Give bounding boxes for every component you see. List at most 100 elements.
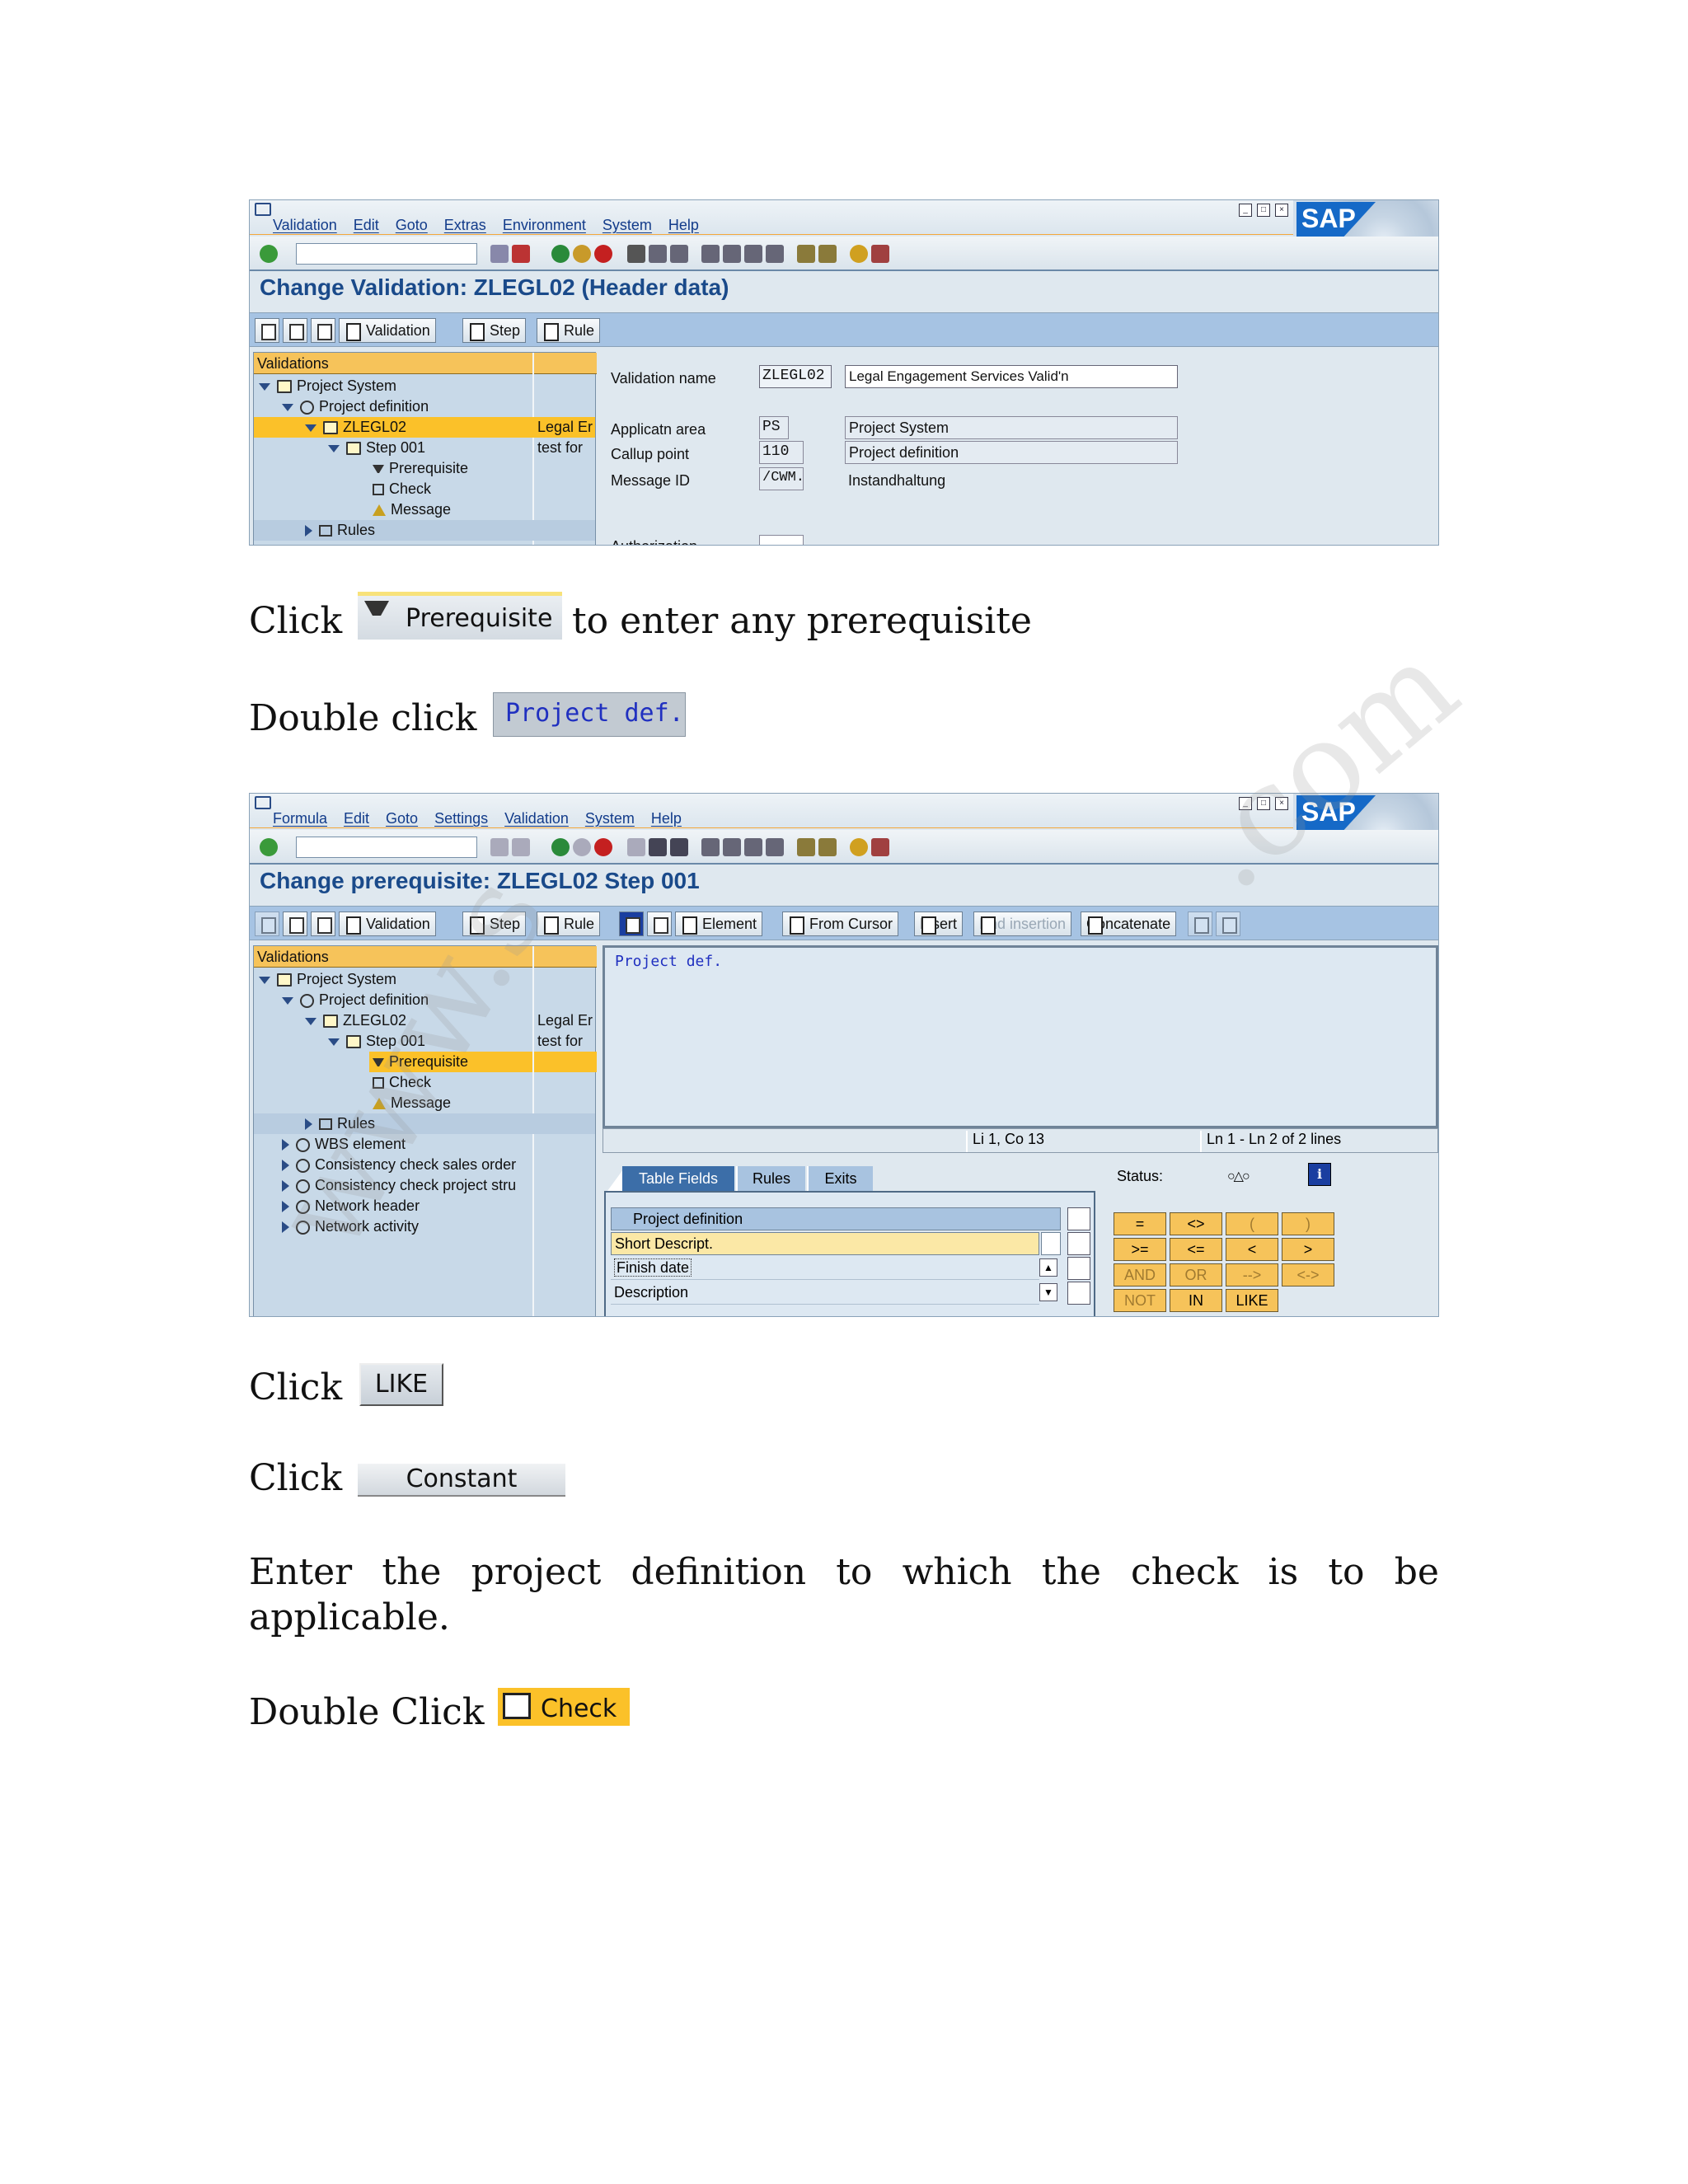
formula-editor[interactable]: Project def. — [603, 945, 1438, 1128]
shortcut-icon[interactable] — [818, 245, 837, 263]
operator-in[interactable]: IN — [1170, 1289, 1222, 1312]
last-page-icon[interactable] — [766, 838, 784, 856]
menu-help[interactable]: Help — [651, 810, 682, 827]
cancel-icon[interactable] — [594, 838, 612, 856]
display-change-icon[interactable] — [255, 912, 279, 936]
new-validation-button[interactable]: Validation — [339, 912, 436, 936]
collapse-icon[interactable] — [259, 976, 270, 984]
menu-system[interactable]: System — [603, 217, 652, 234]
exit-icon[interactable] — [573, 838, 591, 856]
menu-system[interactable]: System — [585, 810, 635, 827]
enter-check-icon[interactable] — [260, 245, 278, 263]
operator-not-equal[interactable]: <> — [1170, 1212, 1222, 1235]
tree-node[interactable]: Network activity — [254, 1216, 595, 1237]
next-page-icon[interactable] — [744, 838, 762, 856]
first-page-icon[interactable] — [701, 245, 720, 263]
operator-lt[interactable]: < — [1226, 1238, 1278, 1261]
back-icon[interactable] — [551, 245, 570, 263]
find-next-icon[interactable] — [670, 838, 688, 856]
tree-node[interactable]: Check — [254, 1072, 595, 1093]
shortcut-icon[interactable] — [818, 838, 837, 856]
minimize-icon[interactable]: _ — [1239, 797, 1252, 810]
collapse-icon[interactable] — [305, 1017, 316, 1025]
new-rule-button[interactable]: Rule — [537, 912, 601, 936]
collapse-icon[interactable] — [328, 444, 340, 452]
back-arrow-icon[interactable] — [490, 245, 509, 263]
expand-icon[interactable] — [282, 1201, 289, 1213]
tree-node[interactable]: Project definition — [254, 396, 595, 417]
tab-exits[interactable]: Exits — [807, 1166, 873, 1191]
tree-node[interactable]: Step 001 test for — [254, 1031, 595, 1052]
expand-icon[interactable] — [282, 1160, 289, 1172]
check-formula-icon[interactable] — [1216, 912, 1240, 936]
find-icon[interactable] — [649, 245, 667, 263]
previous-page-icon[interactable] — [723, 245, 741, 263]
operator-close-paren[interactable]: ) — [1282, 1212, 1334, 1235]
field-row[interactable]: Short Descript. — [611, 1232, 1039, 1255]
close-window-icon[interactable]: × — [1275, 797, 1288, 810]
operator-like[interactable]: LIKE — [1226, 1289, 1278, 1312]
tree-node-selected[interactable]: ZLEGL02 Legal Er — [254, 417, 595, 438]
delete-icon[interactable] — [311, 912, 335, 936]
message-id-field[interactable]: /CWM. — [759, 467, 804, 490]
window-menu-icon[interactable] — [255, 203, 271, 216]
tree-node[interactable]: Message — [254, 1093, 595, 1113]
back-arrow-icon[interactable] — [490, 838, 509, 856]
display-change-icon[interactable] — [255, 318, 279, 343]
field-row[interactable]: Finish date — [611, 1257, 1039, 1280]
operator-gte[interactable]: >= — [1114, 1238, 1166, 1261]
expand-icon[interactable] — [282, 1139, 289, 1151]
tree-node[interactable]: Check — [254, 479, 595, 499]
new-rule-button[interactable]: Rule — [537, 318, 601, 343]
tree-node[interactable]: Project System — [254, 376, 595, 396]
tree-node[interactable]: Step 001 test for — [254, 438, 595, 458]
validation-name-field[interactable]: ZLEGL02 — [759, 365, 832, 388]
menu-goto[interactable]: Goto — [396, 217, 428, 234]
print-icon[interactable] — [627, 245, 645, 263]
operator-implies[interactable]: --> — [1226, 1263, 1278, 1286]
maximize-icon[interactable]: □ — [1257, 797, 1270, 810]
tools-icon[interactable] — [1067, 1257, 1090, 1280]
menu-goto[interactable]: Goto — [386, 810, 418, 827]
operator-or[interactable]: OR — [1170, 1263, 1222, 1286]
expand-icon[interactable] — [282, 1221, 289, 1234]
print-icon[interactable] — [627, 838, 645, 856]
edit-icon[interactable] — [647, 912, 672, 936]
next-page-icon[interactable] — [744, 245, 762, 263]
find-field-icon[interactable] — [1067, 1282, 1090, 1305]
collapse-icon[interactable] — [259, 382, 270, 391]
operator-gt[interactable]: > — [1282, 1238, 1334, 1261]
find-next-icon[interactable] — [670, 245, 688, 263]
tree-node[interactable]: Network header — [254, 1196, 595, 1216]
tree-node[interactable]: Rules — [254, 520, 595, 541]
tree-node-selected[interactable]: Prerequisite — [254, 1052, 597, 1072]
operator-equivalent[interactable]: <-> — [1282, 1263, 1334, 1286]
field-row[interactable]: Description — [611, 1282, 1039, 1305]
expand-icon[interactable] — [305, 1118, 312, 1131]
validation-description-field[interactable]: Legal Engagement Services Valid'n — [845, 365, 1178, 388]
menu-formula[interactable]: Formula — [273, 810, 327, 827]
save-icon[interactable] — [512, 838, 530, 856]
tree-node[interactable]: Project definition — [254, 990, 595, 1010]
collapse-icon[interactable] — [282, 403, 293, 411]
formula-text[interactable]: Project def. — [615, 953, 722, 970]
create-session-icon[interactable] — [797, 245, 815, 263]
operator-not[interactable]: NOT — [1114, 1289, 1166, 1312]
operator-equals[interactable]: = — [1114, 1212, 1166, 1235]
command-field[interactable] — [296, 837, 477, 858]
tree-node[interactable]: Consistency check project stru — [254, 1175, 532, 1196]
delete-icon[interactable] — [311, 318, 335, 343]
new-validation-button[interactable]: Validation — [339, 318, 436, 343]
scroll-down-icon[interactable]: ▼ — [1039, 1283, 1057, 1301]
menu-edit[interactable]: Edit — [354, 217, 379, 234]
help-icon[interactable] — [850, 838, 868, 856]
copy-icon[interactable] — [283, 318, 307, 343]
tree-node[interactable]: Prerequisite — [254, 458, 595, 479]
menu-validation[interactable]: Validation — [273, 217, 337, 234]
tree-node[interactable]: Message — [254, 499, 595, 520]
find-icon[interactable] — [649, 838, 667, 856]
save-formula-icon[interactable] — [1188, 912, 1212, 936]
new-step-button[interactable]: Step — [462, 912, 527, 936]
concatenate-button[interactable]: Concatenate — [1081, 912, 1177, 936]
collapse-icon[interactable] — [282, 996, 293, 1005]
